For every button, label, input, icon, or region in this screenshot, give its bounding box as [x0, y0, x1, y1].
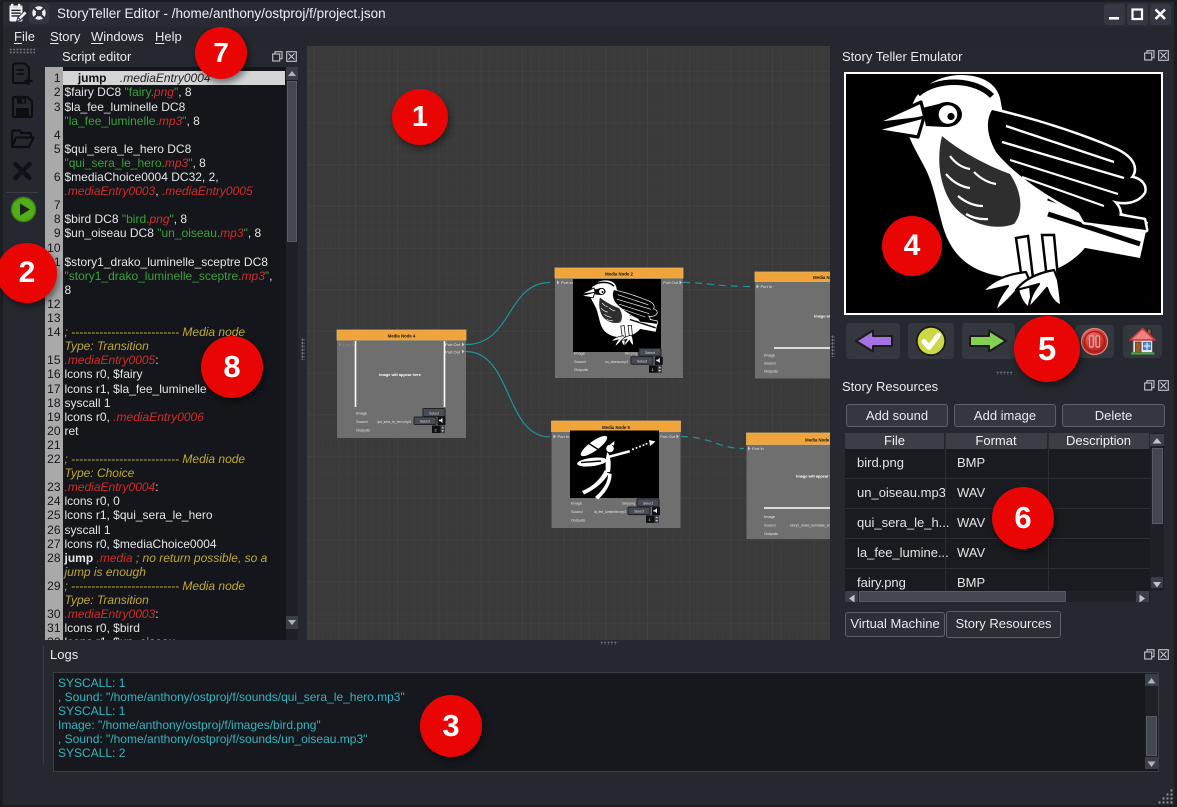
svg-text:fairy.png: fairy.png	[622, 502, 635, 506]
svg-text:Select: Select	[637, 359, 647, 363]
svg-text:Media Node 2: Media Node 2	[605, 272, 633, 277]
svg-text:Image: Image	[571, 501, 583, 506]
svg-text:Select: Select	[420, 420, 430, 424]
svg-text:Media Node 3: Media Node 3	[813, 275, 830, 280]
svg-text:Select: Select	[643, 501, 653, 505]
svg-text:Image: Image	[574, 351, 586, 356]
svg-text:Image: Image	[764, 352, 776, 357]
svg-text:Port In: Port In	[752, 446, 764, 451]
svg-text:Image will appear here: Image will appear here	[796, 473, 830, 478]
svg-text:Media Node 4: Media Node 4	[388, 334, 416, 339]
svg-text:Image will appear here: Image will appear here	[379, 372, 422, 377]
svg-text:Port In: Port In	[561, 280, 573, 285]
svg-text:Port Out: Port Out	[445, 342, 461, 347]
svg-text:qui_sera_le_hero.mp3: qui_sera_le_hero.mp3	[377, 420, 411, 424]
svg-text:Outputs: Outputs	[764, 369, 778, 374]
svg-text:bird.png: bird.png	[625, 352, 637, 356]
svg-text:story1_drako_luminelle_sceptre: story1_drako_luminelle_sceptre.m	[790, 524, 830, 528]
svg-text:Port In: Port In	[558, 434, 570, 439]
svg-text:Media Node 5: Media Node 5	[602, 425, 630, 430]
svg-text:la_fee_luminelle.mp3: la_fee_luminelle.mp3	[594, 510, 626, 514]
svg-text:1: 1	[652, 368, 654, 372]
svg-text:Media Node 6: Media Node 6	[805, 437, 830, 442]
svg-text:Sound: Sound	[356, 419, 368, 424]
svg-text:Sound: Sound	[574, 359, 586, 364]
svg-text:Image will appear here: Image will appear here	[814, 314, 830, 319]
svg-text:1: 1	[649, 518, 651, 522]
svg-text:Select: Select	[429, 411, 439, 415]
svg-text:Port Out: Port Out	[663, 280, 679, 285]
svg-text:Port In: Port In	[343, 342, 355, 347]
svg-text:Select: Select	[634, 510, 644, 514]
svg-text:Sound: Sound	[764, 523, 776, 528]
svg-text:Image: Image	[356, 411, 368, 416]
svg-text:Sound: Sound	[764, 360, 776, 365]
svg-text:Outputs: Outputs	[574, 367, 588, 372]
svg-text:Outputs: Outputs	[764, 531, 778, 536]
svg-text:un_oiseau.mp3: un_oiseau.mp3	[605, 360, 628, 364]
svg-text:Image: Image	[764, 514, 776, 519]
svg-text:Outputs: Outputs	[356, 428, 370, 433]
svg-text:Outputs: Outputs	[571, 517, 585, 522]
svg-text:Select: Select	[645, 351, 655, 355]
svg-text:Port Out: Port Out	[660, 434, 676, 439]
svg-text:2: 2	[435, 428, 437, 432]
svg-text:Port In: Port In	[761, 284, 773, 289]
svg-text:Port Out: Port Out	[445, 350, 461, 355]
svg-text:Sound: Sound	[571, 509, 583, 514]
